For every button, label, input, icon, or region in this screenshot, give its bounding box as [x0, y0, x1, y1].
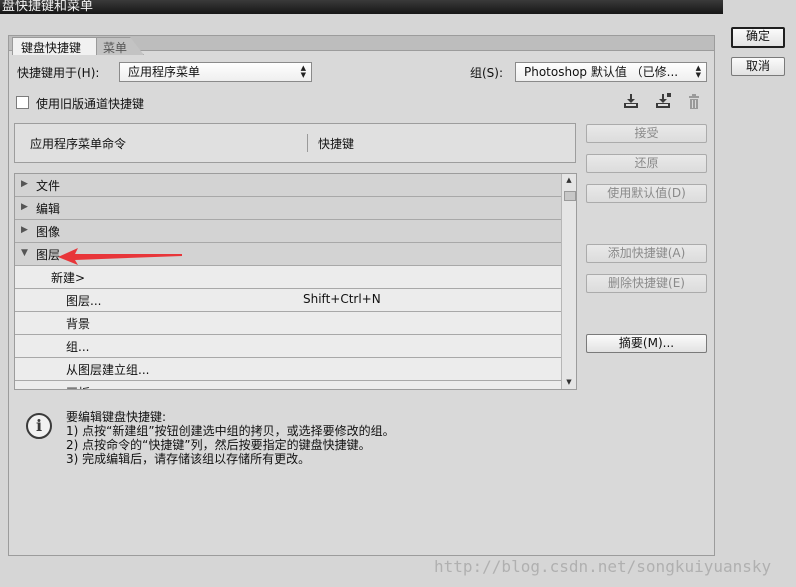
command-name: 组...: [66, 340, 90, 354]
add-shortcut-button[interactable]: 添加快捷键(A): [586, 244, 707, 263]
list-item[interactable]: 画板: [15, 381, 561, 389]
set-label: 组(S):: [470, 66, 504, 80]
list-scrollbar[interactable]: ▲ ▼: [561, 174, 576, 389]
arrow-shape: [58, 248, 182, 265]
column-header-command: 应用程序菜单命令: [30, 137, 127, 151]
title-bar: 盘快捷键和菜单: [0, 0, 723, 14]
list-item[interactable]: ▶ 图像: [15, 220, 561, 243]
accept-button[interactable]: 接受: [586, 124, 707, 143]
updown-arrows-icon: ▲ ▼: [300, 64, 306, 79]
command-name: 从图层建立组...: [66, 363, 150, 377]
command-name: 图层...: [66, 294, 102, 308]
column-divider: [307, 134, 308, 152]
info-line: 2) 点按命令的“快捷键”列，然后按要指定的键盘快捷键。: [66, 438, 371, 452]
undo-button[interactable]: 还原: [586, 154, 707, 173]
list-item[interactable]: 背景: [15, 312, 561, 335]
set-value: Photoshop 默认值 （已修...: [524, 65, 679, 79]
trash-icon[interactable]: [686, 93, 704, 111]
shortcuts-for-label: 快捷键用于(H):: [17, 66, 100, 80]
list-item[interactable]: 图层... Shift+Ctrl+N: [15, 289, 561, 312]
shortcuts-for-value: 应用程序菜单: [128, 65, 201, 79]
command-shortcut[interactable]: Shift+Ctrl+N: [303, 292, 381, 306]
scroll-down-icon[interactable]: ▼: [562, 376, 576, 389]
scroll-up-icon[interactable]: ▲: [562, 174, 576, 187]
legacy-channel-shortcuts-label: 使用旧版通道快捷键: [36, 97, 145, 111]
info-icon: i: [26, 413, 52, 439]
command-name: 图层: [36, 248, 61, 262]
command-name: 文件: [36, 179, 61, 193]
watermark: http://blog.csdn.net/songkuiyuansky: [434, 557, 772, 576]
command-name: 背景: [66, 317, 91, 331]
expand-triangle-icon[interactable]: ▶: [21, 202, 28, 212]
delete-shortcut-button[interactable]: 删除快捷键(E): [586, 274, 707, 293]
save-set-icon[interactable]: [622, 92, 640, 110]
use-default-button[interactable]: 使用默认值(D): [586, 184, 707, 203]
info-line: 1) 点按“新建组”按钮创建选中组的拷贝，或选择要修改的组。: [66, 424, 395, 438]
updown-arrows-icon: ▲ ▼: [695, 64, 701, 79]
expand-triangle-icon[interactable]: ▶: [21, 179, 28, 189]
expand-triangle-icon[interactable]: ▶: [21, 225, 28, 235]
set-select[interactable]: Photoshop 默认值 （已修... ▲ ▼: [515, 62, 707, 82]
command-list: ▶ 文件 ▶ 编辑 ▶ 图像 ▼ 图层 新建> 图层... Shift+Ctrl…: [14, 173, 577, 390]
save-set-as-icon[interactable]: [654, 92, 672, 110]
window-title: 盘快捷键和菜单: [2, 0, 94, 14]
legacy-channel-shortcuts-checkbox[interactable]: [16, 96, 29, 109]
collapse-triangle-icon[interactable]: ▼: [21, 248, 28, 258]
summarize-button[interactable]: 摘要(M)...: [586, 334, 707, 353]
list-item[interactable]: 从图层建立组...: [15, 358, 561, 381]
list-item[interactable]: 组...: [15, 335, 561, 358]
list-item[interactable]: ▶ 文件: [15, 174, 561, 197]
command-name: 画板: [66, 384, 90, 389]
list-item[interactable]: 新建>: [15, 266, 561, 289]
scroll-thumb[interactable]: [564, 191, 576, 201]
command-name: 新建>: [51, 271, 86, 285]
info-line: 要编辑键盘快捷键:: [66, 410, 167, 424]
cancel-button[interactable]: 取消: [731, 57, 785, 76]
info-line: 3) 完成编辑后，请存储该组以存储所有更改。: [66, 452, 311, 466]
tab-keyboard-shortcuts[interactable]: 键盘快捷键: [12, 37, 97, 55]
command-name: 图像: [36, 225, 61, 239]
red-arrow-icon: [58, 248, 182, 265]
command-name: 编辑: [36, 202, 61, 216]
shortcuts-for-select[interactable]: 应用程序菜单 ▲ ▼: [119, 62, 312, 82]
column-header-shortcut: 快捷键: [318, 137, 355, 151]
ok-button[interactable]: 确定: [731, 27, 785, 48]
list-item[interactable]: ▶ 编辑: [15, 197, 561, 220]
